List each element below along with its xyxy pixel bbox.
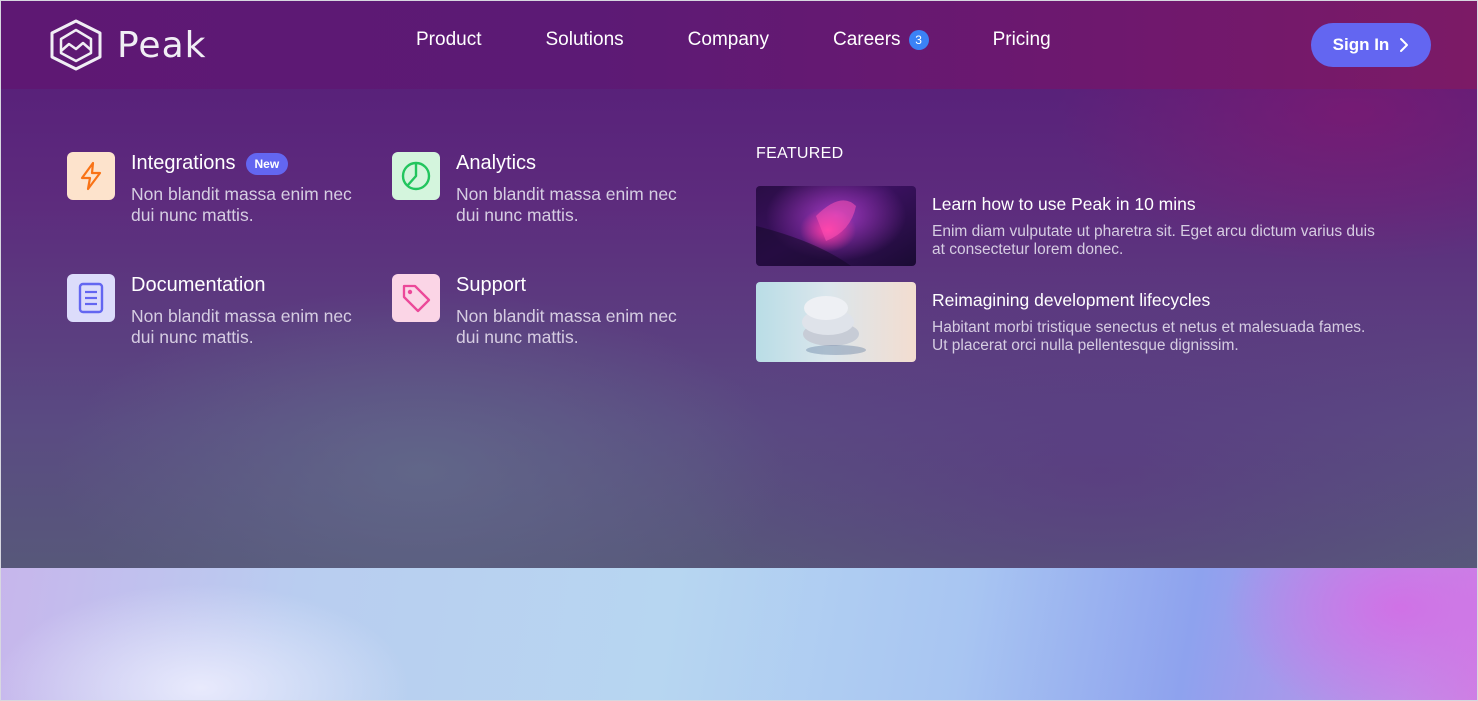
analytics-desc: Non blandit massa enim nec dui nunc matt… [456, 184, 677, 225]
logo[interactable]: Peak [49, 19, 206, 71]
sign-in-button[interactable]: Sign In [1311, 23, 1431, 67]
nav-pricing[interactable]: Pricing [993, 29, 1051, 51]
featured-post[interactable]: Learn how to use Peak in 10 mins Enim di… [756, 186, 1396, 266]
menu-item-support[interactable]: Support Non blandit massa enim nec dui n… [392, 274, 692, 354]
new-badge: New [245, 152, 289, 175]
featured-post[interactable]: Reimagining development lifecycles Habit… [756, 282, 1396, 362]
hero-gradient-background [1, 568, 1477, 700]
featured-post-desc: Enim diam vulputate ut pharetra sit. Ege… [932, 223, 1375, 258]
featured-post-thumbnail [756, 282, 916, 362]
featured-heading: FEATURED [756, 145, 844, 162]
menu-item-analytics[interactable]: Analytics Non blandit massa enim nec dui… [392, 152, 692, 232]
peak-logo-icon [50, 19, 102, 71]
nav-links: Product Solutions Company Careers 3 Pric… [416, 29, 1051, 51]
integrations-desc: Non blandit massa enim nec dui nunc matt… [131, 184, 352, 225]
chevron-right-icon [1400, 38, 1409, 52]
nav-solutions[interactable]: Solutions [545, 29, 623, 51]
nav-careers-label: Careers [832, 29, 901, 50]
menu-item-integrations[interactable]: Integrations New Non blandit massa enim … [67, 152, 367, 232]
featured-post-desc: Habitant morbi tristique senectus et net… [932, 319, 1366, 354]
menu-item-title: Support [456, 274, 526, 297]
nav-product[interactable]: Product [416, 29, 481, 51]
tag-icon [392, 274, 440, 322]
sign-in-label: Sign In [1332, 35, 1390, 54]
support-title: Support [456, 274, 527, 296]
pie-chart-icon [392, 152, 440, 200]
menu-item-title: Integrations New [131, 152, 289, 175]
support-desc: Non blandit massa enim nec dui nunc matt… [456, 306, 677, 347]
analytics-title: Analytics [456, 152, 537, 174]
nav-company-label: Company [687, 29, 769, 50]
mega-menu-panel: Peak Product Solutions Company Careers 3… [1, 1, 1477, 568]
nav-company[interactable]: Company [688, 29, 769, 51]
book-icon [67, 274, 115, 322]
documentation-title: Documentation [131, 274, 266, 296]
nav-pricing-label: Pricing [992, 29, 1051, 50]
menu-item-title: Documentation [131, 274, 266, 297]
featured-post-title: Learn how to use Peak in 10 mins [932, 194, 1196, 214]
navbar: Peak Product Solutions Company Careers 3… [1, 1, 1477, 89]
integrations-title: Integrations [131, 152, 236, 174]
careers-count-badge: 3 [908, 30, 929, 50]
documentation-desc: Non blandit massa enim nec dui nunc matt… [131, 306, 352, 347]
page: Peak Product Solutions Company Careers 3… [0, 0, 1478, 701]
menu-item-title: Analytics [456, 152, 536, 175]
brand-name: Peak [117, 24, 207, 66]
featured-post-title: Reimagining development lifecycles [932, 290, 1211, 310]
menu-item-documentation[interactable]: Documentation Non blandit massa enim nec… [67, 274, 367, 354]
lightning-icon [67, 152, 115, 200]
nav-product-label: Product [416, 29, 482, 50]
nav-careers[interactable]: Careers 3 [833, 29, 929, 51]
featured-post-thumbnail [756, 186, 916, 266]
nav-solutions-label: Solutions [545, 29, 624, 50]
